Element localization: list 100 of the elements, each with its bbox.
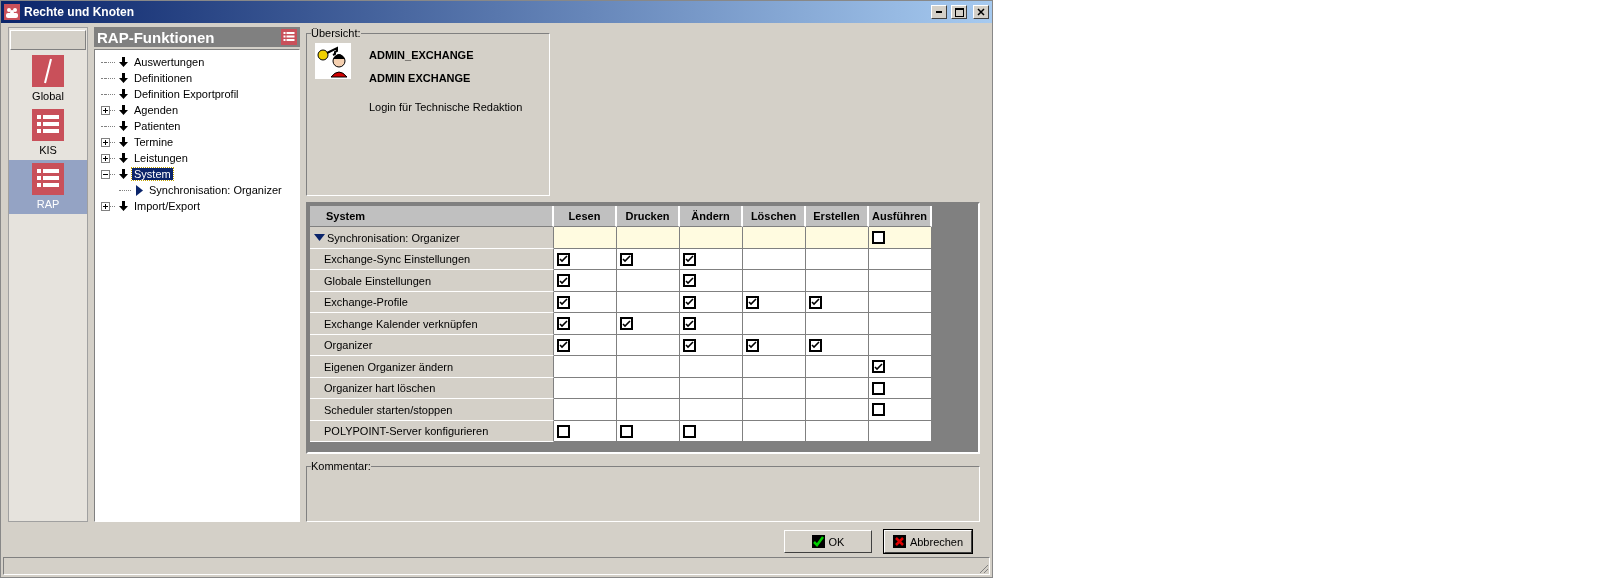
row-text: Organizer [324, 339, 373, 351]
checkbox[interactable] [746, 295, 759, 309]
nav-label: KIS [39, 144, 57, 156]
tree-item[interactable]: Synchronisation: Organizer [147, 184, 284, 196]
checkmark-icon [685, 276, 694, 285]
checkbox[interactable] [557, 274, 570, 287]
column-header: Ändern [680, 206, 743, 228]
expand-toggle[interactable] [101, 137, 110, 147]
checkbox[interactable] [683, 338, 696, 352]
nav-item[interactable]: KIS [9, 106, 87, 160]
expand-toggle[interactable] [101, 153, 110, 163]
resize-grip-icon[interactable] [977, 562, 989, 574]
checkbox[interactable] [620, 424, 633, 438]
checkbox[interactable] [872, 403, 885, 416]
checkbox[interactable] [557, 424, 570, 438]
slash-icon [32, 55, 64, 87]
checkbox[interactable] [557, 338, 570, 352]
checkbox[interactable] [620, 317, 633, 330]
checkmark-icon [559, 255, 568, 263]
triangle-down-icon[interactable] [314, 234, 325, 241]
tree-item[interactable]: Leistungen [132, 152, 190, 164]
user-description: Login für Technische Redaktion [369, 101, 523, 113]
table-cell [806, 420, 869, 443]
user-name: ADMIN EXCHANGE [369, 72, 472, 84]
table-cell [617, 356, 680, 378]
checkmark-icon [811, 535, 825, 548]
plus-icon [103, 107, 108, 113]
checkbox[interactable] [683, 424, 696, 438]
checkmark-icon [748, 298, 757, 306]
tree-item[interactable]: Import/Export [132, 200, 203, 212]
column-header: Drucken [617, 206, 680, 228]
list-icon [281, 29, 297, 45]
tree-item[interactable]: Definition Exportprofil [132, 88, 241, 100]
close-button[interactable] [973, 5, 989, 19]
maximize-button[interactable] [951, 5, 967, 19]
row-text: Exchange Kalender verknüpfen [324, 317, 478, 330]
tree-item[interactable]: System [132, 168, 173, 180]
plus-icon [103, 203, 108, 209]
maximize-icon [954, 7, 964, 17]
close-icon [977, 8, 985, 16]
tree-item[interactable]: Termine [132, 136, 176, 148]
table-cell [680, 377, 743, 400]
table-cell [743, 227, 806, 249]
checkmark-icon [685, 319, 694, 328]
checkbox[interactable] [557, 295, 570, 309]
minimize-button[interactable] [931, 5, 947, 19]
checkbox[interactable] [746, 338, 759, 352]
checkbox[interactable] [620, 252, 633, 266]
minimize-icon [936, 11, 942, 13]
checkmark-icon [559, 341, 568, 349]
column-header: Erstellen [806, 206, 869, 228]
checkbox[interactable] [809, 295, 822, 309]
table-cell [869, 270, 932, 292]
checkmark-icon [685, 298, 694, 306]
checkbox[interactable] [872, 381, 885, 395]
plus-icon [103, 139, 108, 145]
plus-icon [103, 155, 108, 161]
column-header: Lesen [554, 206, 617, 228]
checkbox[interactable] [683, 274, 696, 287]
minus-icon [103, 173, 108, 175]
checkmark-icon [874, 362, 883, 371]
tree-item[interactable]: Definitionen [132, 72, 195, 84]
arrow-down-icon [119, 201, 128, 211]
tree-item[interactable]: Auswertungen [132, 56, 207, 68]
window-title: Rechte und Knoten [24, 5, 135, 19]
collapse-toggle[interactable] [101, 169, 110, 179]
triangle-right-icon [136, 184, 143, 196]
nav-item[interactable]: Global [9, 52, 87, 106]
ok-button[interactable]: OK [784, 530, 872, 553]
table-cell [869, 313, 932, 335]
checkmark-icon [559, 276, 568, 285]
expand-toggle[interactable] [101, 105, 110, 115]
table-cell [743, 377, 806, 400]
checkmark-icon [811, 341, 820, 349]
checkbox[interactable] [683, 295, 696, 309]
checkmark-icon [622, 255, 631, 263]
checkbox[interactable] [872, 231, 885, 244]
row-text: Exchange-Sync Einstellungen [324, 253, 471, 265]
tree-item[interactable]: Agenden [132, 104, 181, 116]
row-text: POLYPOINT-Server konfigurieren [324, 425, 489, 437]
table-cell [617, 377, 680, 400]
tree-item[interactable]: Patienten [132, 120, 183, 132]
row-text: Globale Einstellungen [324, 274, 432, 287]
checkbox[interactable] [683, 252, 696, 266]
table-cell [743, 399, 806, 421]
login-name: ADMIN_EXCHANGE [369, 49, 475, 61]
checkbox[interactable] [809, 338, 822, 352]
list-icon [32, 109, 64, 141]
checkmark-icon [685, 341, 694, 349]
checkbox[interactable] [557, 252, 570, 266]
nav-label: RAP [36, 198, 60, 210]
x-mark-icon [892, 535, 906, 548]
cancel-button[interactable]: Abbrechen [884, 530, 972, 553]
nav-label: Global [32, 90, 64, 102]
checkbox[interactable] [872, 360, 885, 373]
group-label: Übersicht: [311, 27, 361, 39]
checkbox[interactable] [557, 317, 570, 330]
checkbox[interactable] [683, 317, 696, 330]
checkmark-icon [811, 298, 820, 306]
expand-toggle[interactable] [101, 201, 110, 211]
